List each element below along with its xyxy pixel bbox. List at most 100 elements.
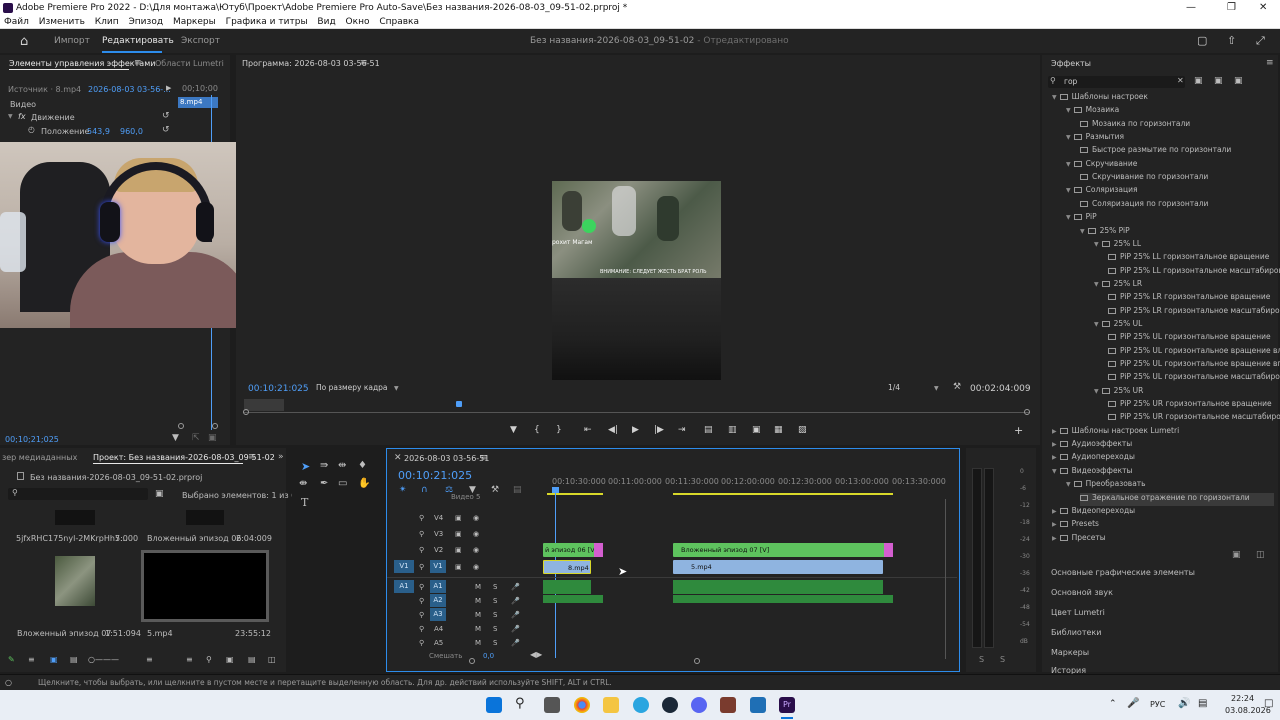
source-label[interactable]: Источник · 8.mp4 (8, 85, 81, 94)
a1-source-patch[interactable]: A1 (394, 580, 414, 593)
windows-start-icon[interactable] (486, 697, 502, 713)
sort-icon[interactable]: ≡ (146, 655, 153, 664)
track-a3-label[interactable]: A3 (430, 608, 446, 621)
ruler[interactable]: 00:10:30:000 00:11:00:000 00:11:30:000 0… (542, 477, 950, 491)
lock-icon[interactable]: ⚲ (419, 563, 424, 571)
chevron-icon[interactable]: ▼ (1066, 481, 1071, 488)
mute-button[interactable]: M (475, 611, 481, 619)
scrubber-left-handle[interactable] (243, 409, 249, 415)
sync-icon[interactable]: ▣ (455, 514, 462, 522)
chevron-icon[interactable]: ▼ (1094, 241, 1099, 248)
effects-tree-item[interactable]: PiP 25% UR горизонтальное масштабировани… (1108, 412, 1280, 425)
mic-icon[interactable]: 🎤 (511, 611, 520, 619)
chevron-icon[interactable]: ▶ (1052, 454, 1057, 461)
solo-button[interactable]: S (493, 597, 497, 605)
meter-solo-right[interactable]: S (1000, 655, 1005, 664)
new-bin-bottom-icon[interactable]: ▣ (226, 655, 234, 664)
eye-icon[interactable]: ◉ (473, 514, 479, 522)
timeline-close-icon[interactable]: ✕ (394, 453, 402, 463)
captions-icon[interactable]: ▤ (513, 485, 522, 495)
ec-scroll-left[interactable] (178, 423, 184, 429)
clip-v2-left-end[interactable] (594, 543, 603, 557)
quality-dropdown[interactable]: 1/4 ▼ (888, 383, 942, 394)
eye-icon[interactable]: ◉ (473, 530, 479, 538)
effects-tree-item[interactable]: Соляризация по горизонтали (1080, 199, 1208, 212)
menu-file[interactable]: Файл (4, 17, 29, 27)
home-icon[interactable]: ⌂ (20, 34, 28, 49)
clip-v2-right[interactable]: Вложенный эпизод 07 [V] (673, 543, 893, 557)
premiere-taskbar-icon[interactable]: Pr (779, 697, 795, 713)
minimize-button[interactable]: — (1186, 2, 1196, 13)
timeline-tab[interactable]: 2026-08-03 03-56-51 (404, 454, 489, 463)
effects-tree-folder[interactable]: ▼ Мозаика (1066, 105, 1119, 118)
extract-icon[interactable]: ▥ (728, 425, 737, 435)
notification-icon[interactable]: □ (1264, 698, 1273, 709)
effects-tree-item-selected[interactable]: Зеркальное отражение по горизонтали (1080, 492, 1274, 506)
automate-icon[interactable]: ≡ (186, 655, 193, 664)
effects-tree-item[interactable]: PiP 25% LR горизонтальное вращение (1108, 292, 1270, 305)
effects-tree-folder[interactable]: ▼ Размытия (1066, 132, 1124, 145)
track-select-tool-icon[interactable]: ⇛ (320, 460, 328, 471)
audio-clip-a2-right[interactable] (673, 595, 893, 603)
lock-icon[interactable]: ⚲ (419, 546, 424, 554)
tab-media-browser[interactable]: зер медиаданных (2, 453, 77, 462)
effects-tree-folder[interactable]: ▶ Presets (1052, 519, 1099, 532)
position-y-value[interactable]: 960,0 (120, 127, 143, 136)
chevron-icon[interactable]: ▼ (1094, 388, 1099, 395)
discord-icon[interactable] (691, 697, 707, 713)
eye-icon[interactable]: ◉ (473, 546, 479, 554)
mic-icon[interactable]: 🎤 (511, 597, 520, 605)
fullscreen-expand-icon[interactable]: ⤢ (1256, 34, 1265, 48)
effects-tree-folder[interactable]: ▼ PiP (1066, 212, 1097, 225)
freeform-view-icon[interactable]: ▤ (70, 655, 78, 664)
lock-icon[interactable]: ⚲ (419, 625, 424, 633)
sequence-label[interactable]: 2026-08-03 03-56-... (88, 85, 171, 94)
chevron-icon[interactable]: ▼ (1052, 94, 1057, 101)
insert-icon[interactable]: ▦ (774, 425, 783, 435)
chrome-icon[interactable] (574, 697, 590, 713)
effects-search-input[interactable]: гор (1064, 77, 1077, 86)
section-essential-graphics[interactable]: Основные графические элементы (1051, 568, 1195, 577)
section-markers[interactable]: Маркеры (1051, 648, 1089, 657)
steam-icon[interactable] (662, 697, 678, 713)
chevron-icon[interactable]: ▼ (1094, 321, 1099, 328)
effects-tree-folder[interactable]: ▼ Соляризация (1066, 185, 1137, 198)
effects-tree-folder[interactable]: ▶ Видеопереходы (1052, 506, 1135, 519)
tab-import[interactable]: Импорт (54, 36, 90, 46)
project-item-thumb-1[interactable] (55, 510, 95, 525)
section-essential-sound[interactable]: Основной звук (1051, 588, 1113, 597)
compare-icon[interactable]: ▧ (798, 425, 807, 435)
audio-clip-a2-left[interactable] (543, 595, 603, 603)
play-only-icon[interactable]: ▶ (166, 84, 171, 92)
section-lumetri-color[interactable]: Цвет Lumetri (1051, 608, 1105, 617)
clear-search-icon[interactable]: ✕ (1177, 76, 1184, 85)
project-item-name-3[interactable]: Вложенный эпизод 07 (17, 629, 111, 638)
share-icon[interactable]: ⇧ (1227, 34, 1236, 47)
export-frame-icon[interactable]: ⇱ (192, 433, 200, 443)
track-a2-label[interactable]: A2 (430, 594, 446, 607)
menu-markers[interactable]: Маркеры (173, 17, 216, 27)
reset-motion-icon[interactable]: ↺ (162, 111, 170, 121)
position-x-value[interactable]: 543,9 (87, 127, 110, 136)
go-to-out-icon[interactable]: ⇥ (678, 425, 686, 435)
new-item-icon[interactable]: ▤ (248, 655, 256, 664)
lock-icon[interactable]: ⚲ (419, 530, 424, 538)
project-item-thumb-3[interactable] (55, 556, 95, 606)
effects-tree-item[interactable]: PiP 25% UL горизонтальное вращение (1108, 332, 1271, 345)
program-menu-icon[interactable]: ≡ (360, 58, 368, 68)
chevron-icon[interactable]: ▼ (1052, 468, 1057, 475)
timeline-scroll-handle-left[interactable] (469, 658, 475, 664)
snap-icon[interactable]: ∩ (421, 485, 428, 495)
menu-clip[interactable]: Клип (95, 17, 119, 27)
project-item-name-2[interactable]: Вложенный эпизод 06 (147, 534, 241, 543)
effects-tree-folder[interactable]: ▶ Шаблоны настроек Lumetri (1052, 426, 1179, 439)
filter-icon[interactable]: ▼ (172, 433, 179, 443)
audio-clip-a1-left[interactable] (543, 580, 591, 594)
effects-tree-item[interactable]: PiP 25% LR горизонтальное масштабировани… (1108, 306, 1280, 319)
sync-icon[interactable]: ▣ (455, 563, 462, 571)
chevron-icon[interactable]: ▼ (1080, 228, 1085, 235)
effects-tree-folder[interactable]: ▼ Скручивание (1066, 159, 1137, 172)
project-menu-icon[interactable]: ≡ (248, 452, 256, 462)
pencil-icon[interactable]: ✎ (8, 655, 15, 664)
chevron-icon[interactable]: ▶ (1052, 428, 1057, 435)
